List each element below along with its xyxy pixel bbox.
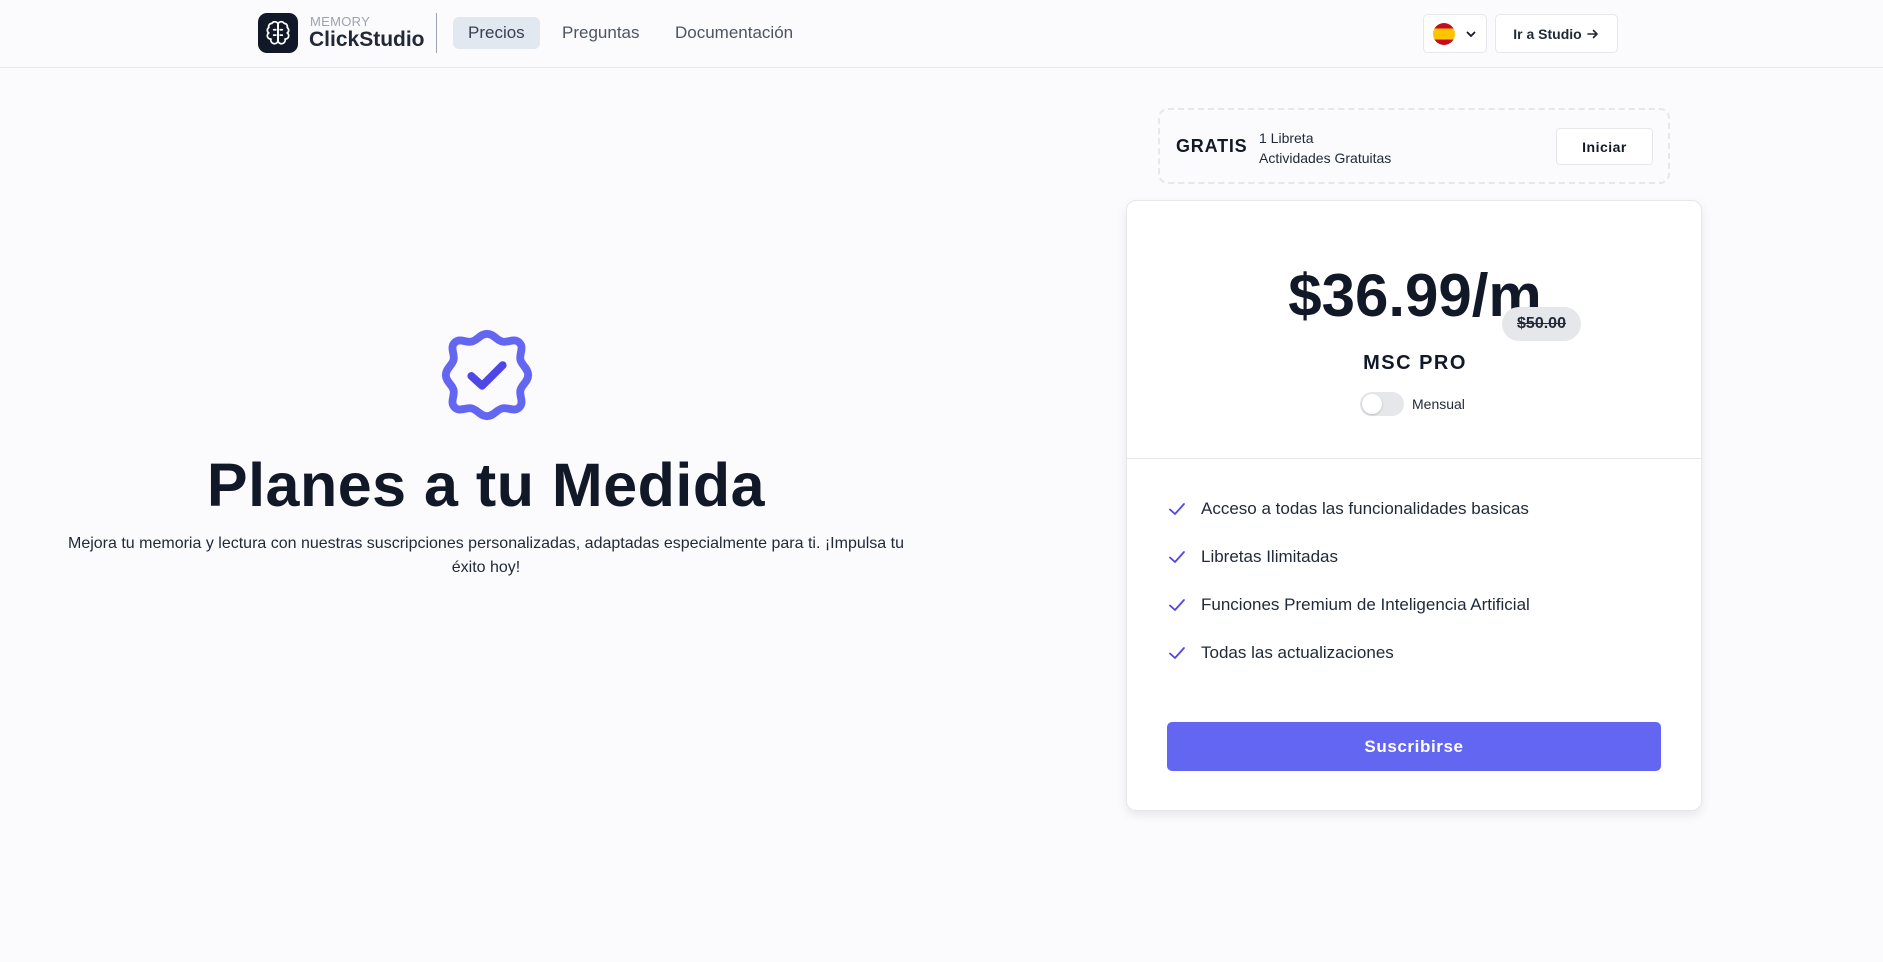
feature-item: Todas las actualizaciones bbox=[1167, 643, 1394, 663]
check-icon bbox=[1169, 647, 1185, 659]
billing-toggle[interactable] bbox=[1360, 392, 1404, 416]
card-divider bbox=[1127, 458, 1701, 459]
feature-text: Funciones Premium de Inteligencia Artifi… bbox=[1201, 595, 1530, 614]
arrow-right-icon bbox=[1586, 29, 1598, 38]
check-icon bbox=[1169, 551, 1185, 563]
chevron-down-icon bbox=[1466, 31, 1476, 37]
billing-toggle-group: Mensual bbox=[1360, 392, 1465, 416]
verified-badge-icon bbox=[441, 329, 533, 421]
nav-documentacion[interactable]: Documentación bbox=[660, 17, 808, 49]
plan-price: $36.99/m bbox=[1288, 262, 1542, 329]
header-divider bbox=[436, 13, 437, 53]
billing-label: Mensual bbox=[1412, 396, 1465, 412]
hero-title: Planes a tu Medida bbox=[206, 451, 766, 519]
brand-name[interactable]: ClickStudio bbox=[309, 28, 425, 52]
old-price-badge: $50.00 bbox=[1502, 307, 1581, 341]
feature-text: Libretas Ilimitadas bbox=[1201, 547, 1339, 566]
feature-text: Acceso a todas las funcionalidades basic… bbox=[1201, 499, 1529, 518]
nav-precios[interactable]: Precios bbox=[453, 17, 540, 49]
free-plan-card: GRATIS 1 Libreta Actividades Gratuitas I… bbox=[1158, 108, 1670, 184]
start-free-button[interactable]: Iniciar bbox=[1556, 128, 1653, 165]
subscribe-button[interactable]: Suscribirse bbox=[1167, 722, 1661, 771]
check-icon bbox=[1169, 503, 1185, 515]
free-plan-notebooks: 1 Libreta bbox=[1259, 130, 1314, 146]
top-header: MEMORY ClickStudio Precios Preguntas Doc… bbox=[0, 0, 1883, 68]
free-plan-activities: Actividades Gratuitas bbox=[1259, 150, 1392, 166]
feature-item: Funciones Premium de Inteligencia Artifi… bbox=[1167, 595, 1530, 615]
check-icon bbox=[1169, 599, 1185, 611]
feature-text: Todas las actualizaciones bbox=[1201, 643, 1394, 662]
spain-flag-icon bbox=[1433, 22, 1455, 45]
hero-description: Mejora tu memoria y lectura con nuestras… bbox=[68, 535, 904, 576]
brand-subtitle: MEMORY bbox=[310, 14, 371, 29]
go-to-studio-label: Ir a Studio bbox=[1513, 25, 1582, 42]
plan-name: MSC PRO bbox=[1363, 352, 1467, 374]
toggle-knob bbox=[1362, 394, 1382, 414]
language-selector[interactable] bbox=[1423, 14, 1487, 53]
free-plan-label: GRATIS bbox=[1176, 136, 1248, 156]
pro-plan-card: $36.99/m $50.00 MSC PRO Mensual Acceso a… bbox=[1126, 200, 1702, 811]
go-to-studio-button[interactable]: Ir a Studio bbox=[1495, 14, 1618, 53]
feature-item: Acceso a todas las funcionalidades basic… bbox=[1167, 499, 1529, 519]
nav-preguntas[interactable]: Preguntas bbox=[547, 17, 655, 49]
brain-logo-icon[interactable] bbox=[258, 13, 298, 53]
feature-item: Libretas Ilimitadas bbox=[1167, 547, 1338, 567]
